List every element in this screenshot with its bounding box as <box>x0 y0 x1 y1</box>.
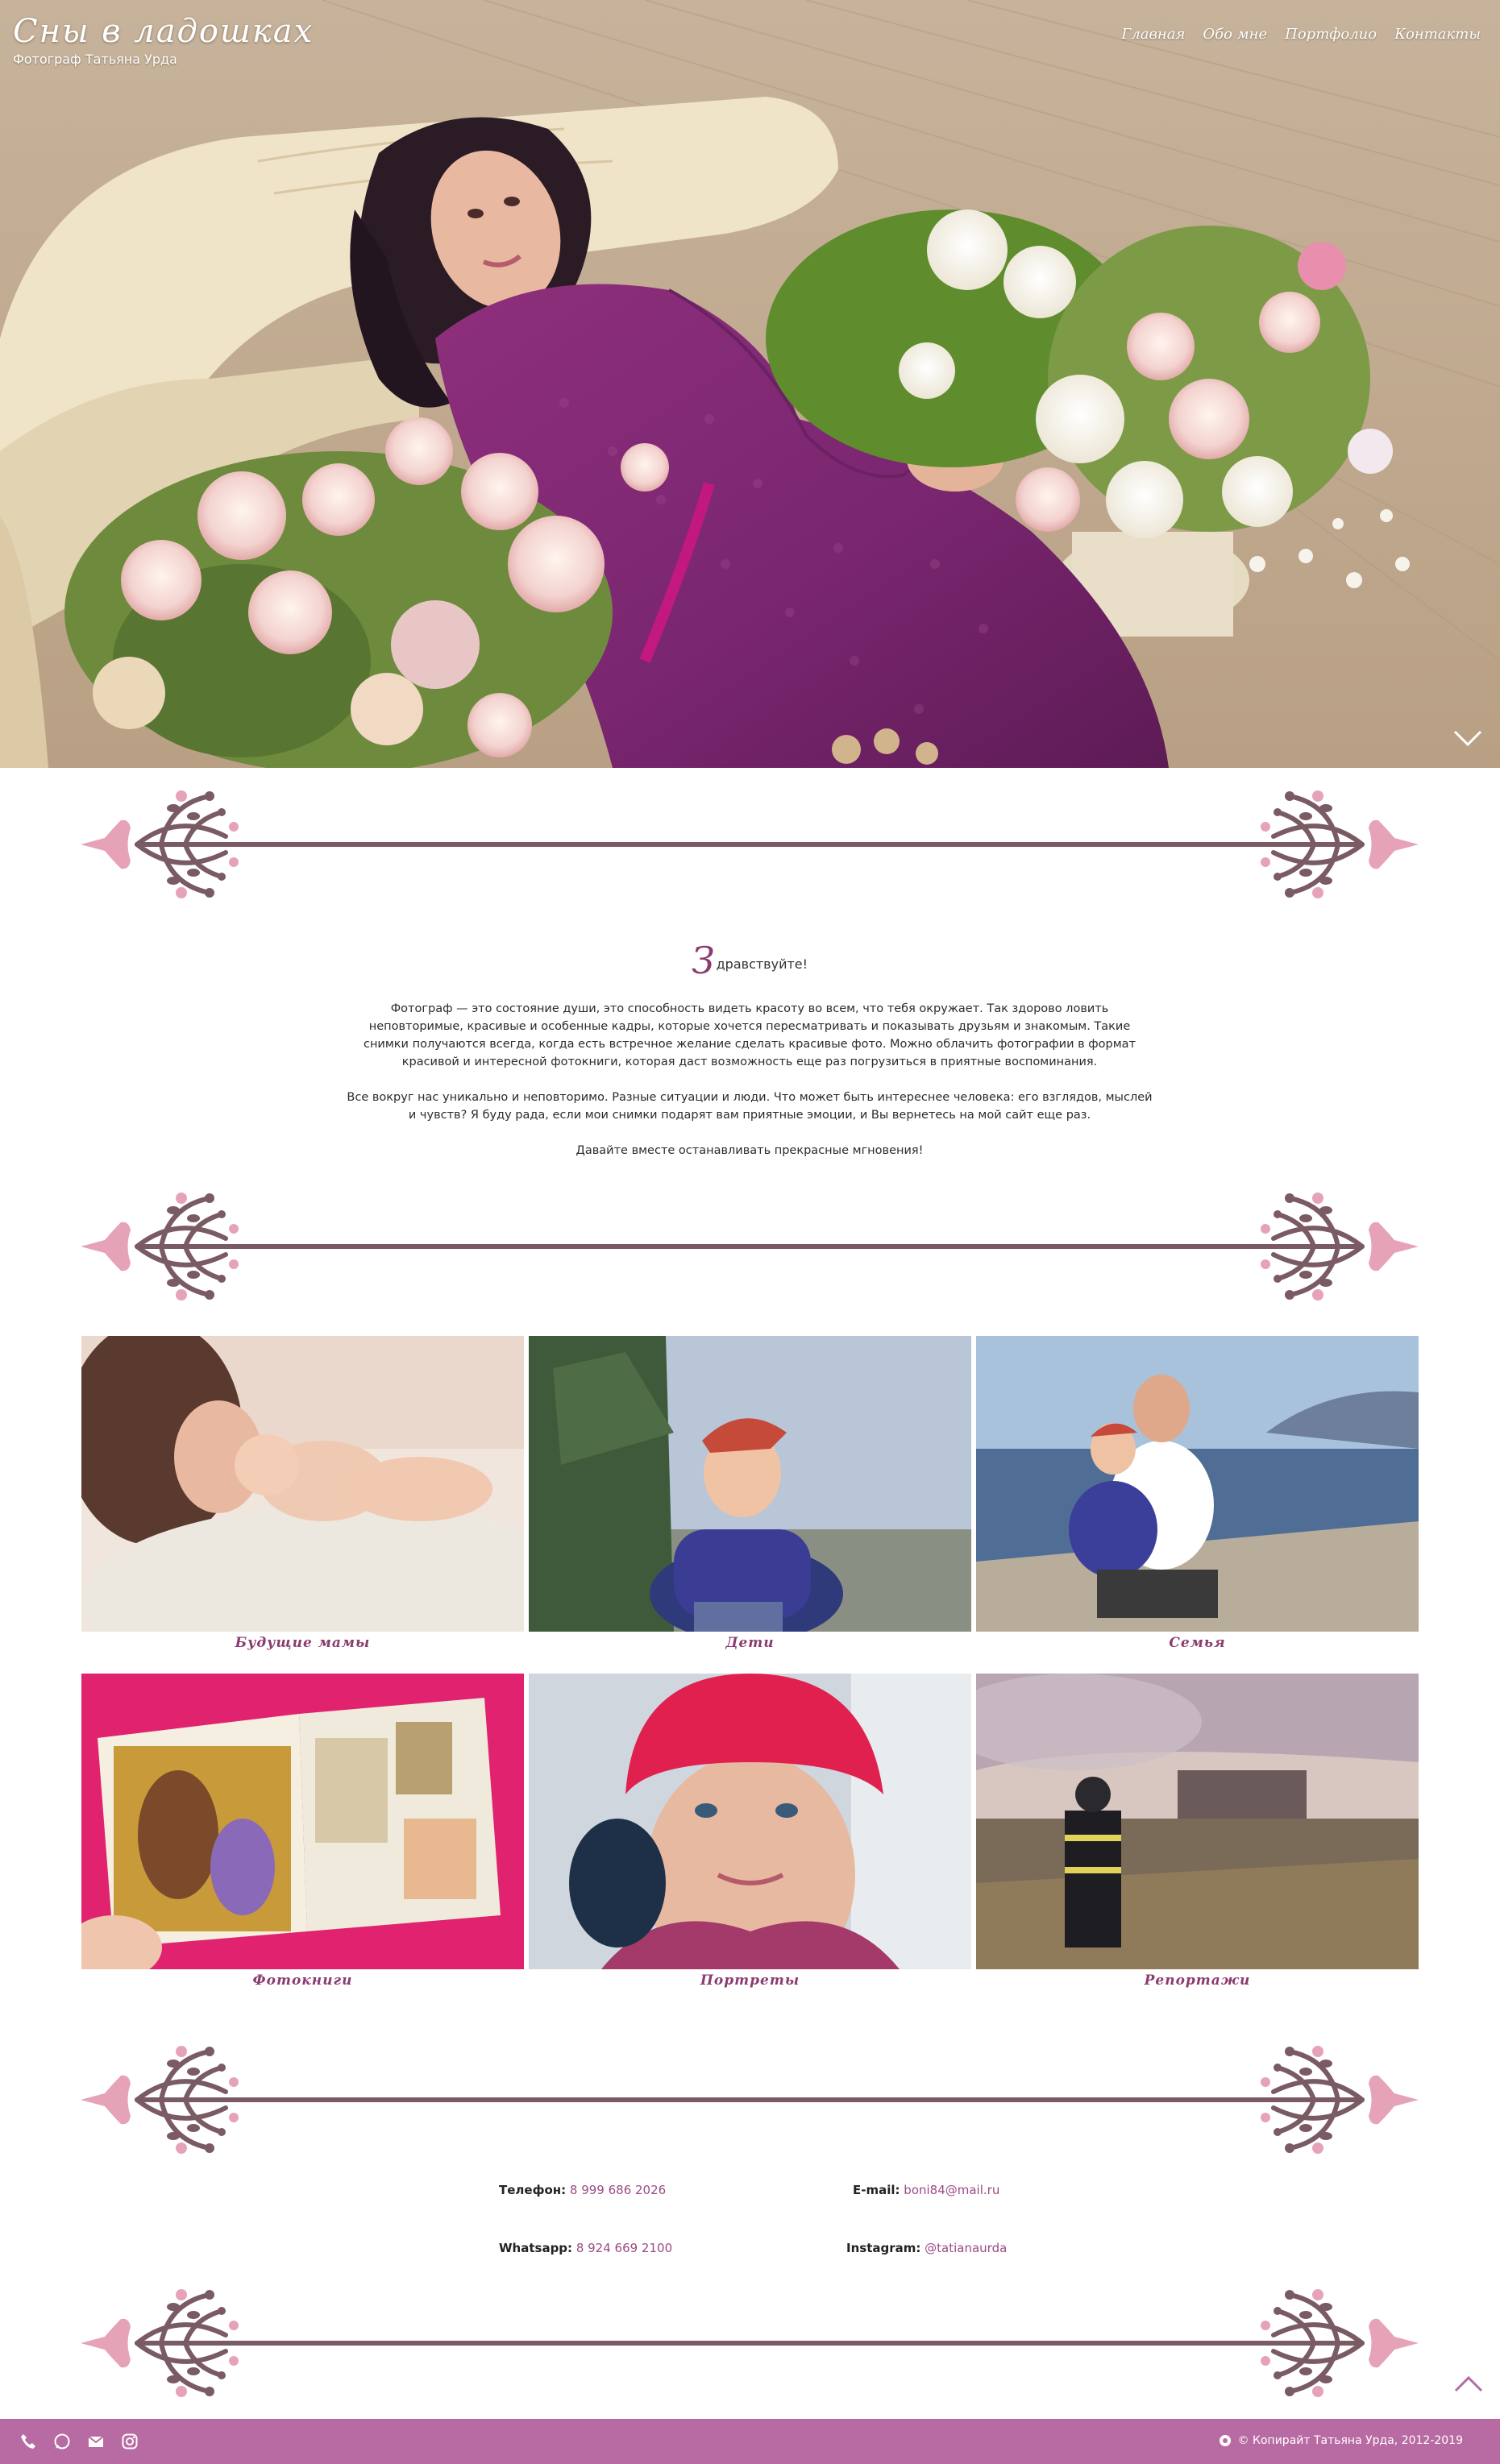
gallery-tile-photobooks[interactable] <box>81 1674 524 1969</box>
instagram-icon[interactable] <box>121 2433 139 2450</box>
copyright: © Копирайт Татьяна Урда, 2012-2019 <box>1219 2434 1463 2447</box>
ornament-divider <box>81 780 1419 909</box>
gallery-caption[interactable]: Портреты <box>529 1972 971 1989</box>
gallery-caption[interactable]: Дети <box>529 1635 971 1651</box>
contact-instagram-label: Instagram: <box>846 2241 921 2255</box>
contact-whatsapp-link[interactable]: 8 924 669 2100 <box>576 2241 672 2255</box>
gallery-tile-portraits[interactable] <box>529 1674 971 1969</box>
greeting-paragraph-1: Фотограф — это состояние души, это спосо… <box>363 1002 1136 1068</box>
contact-instagram-link[interactable]: @tatianaurda <box>925 2241 1007 2255</box>
gallery-photo <box>529 1674 971 1969</box>
nav-item-contacts[interactable]: Контакты <box>1394 26 1481 43</box>
gallery-photo <box>81 1336 524 1632</box>
site-title: Сны в ладошках <box>13 13 314 50</box>
nav-item-home[interactable]: Главная <box>1121 26 1185 43</box>
greeting-capital: З <box>691 939 715 982</box>
contact-whatsapp: Whatsapp: 8 924 669 2100 <box>499 2241 672 2255</box>
gallery-tile-future-moms[interactable] <box>81 1336 524 1632</box>
contact-whatsapp-label: Whatsapp: <box>499 2241 573 2255</box>
gallery-photo <box>976 1336 1419 1632</box>
ornament-divider <box>81 1182 1419 1311</box>
chevron-up-icon[interactable] <box>1452 2373 1485 2396</box>
greeting-section: Здравствуйте! Фотограф — это состояние д… <box>347 939 1153 1159</box>
nav-item-portfolio[interactable]: Портфолио <box>1285 26 1377 43</box>
ornament-divider <box>81 2035 1419 2164</box>
phone-icon[interactable] <box>19 2433 37 2450</box>
greeting-title: Здравствуйте! <box>347 939 1153 982</box>
hero-photo <box>0 0 1500 768</box>
copyright-text: © Копирайт Татьяна Урда, 2012-2019 <box>1237 2434 1463 2447</box>
mail-icon[interactable] <box>87 2433 105 2450</box>
chevron-down-icon[interactable] <box>1452 725 1484 749</box>
contact-phone-link[interactable]: 8 999 686 2026 <box>570 2183 666 2197</box>
greeting-paragraph-2: Все вокруг нас уникально и неповторимо. … <box>347 1091 1153 1122</box>
footer-social-icons <box>19 2433 139 2450</box>
greeting-title-rest: дравствуйте! <box>716 956 808 972</box>
site-subtitle: Фотограф Татьяна Урда <box>13 52 177 67</box>
contact-email-link[interactable]: boni84@mail.ru <box>904 2183 999 2197</box>
gallery-photo <box>81 1674 524 1969</box>
contact-instagram: Instagram: @tatianaurda <box>846 2241 1007 2255</box>
greeting-paragraph-3: Давайте вместе останавливать прекрасные … <box>575 1144 924 1157</box>
nav-item-about[interactable]: Обо мне <box>1203 26 1267 43</box>
gallery-photo <box>976 1674 1419 1969</box>
gallery-caption[interactable]: Будущие мамы <box>81 1635 524 1651</box>
hero-banner: Сны в ладошках Фотограф Татьяна Урда Гла… <box>0 0 1500 768</box>
logo-mark-icon <box>1219 2435 1231 2446</box>
gallery-tile-reportage[interactable] <box>976 1674 1419 1969</box>
whatsapp-icon[interactable] <box>53 2433 71 2450</box>
gallery-caption[interactable]: Фотокниги <box>81 1972 524 1989</box>
gallery-caption[interactable]: Репортажи <box>976 1972 1419 1989</box>
main-nav: Главная Обо мне Портфолио Контакты <box>1121 26 1481 43</box>
gallery-photo <box>529 1336 971 1632</box>
contact-email: E-mail: boni84@mail.ru <box>853 2183 999 2197</box>
gallery-tile-kids[interactable] <box>529 1336 971 1632</box>
contact-phone: Телефон: 8 999 686 2026 <box>499 2183 666 2197</box>
site-logo[interactable]: Сны в ладошках Фотограф Татьяна Урда <box>13 13 314 67</box>
contact-email-label: E-mail: <box>853 2183 900 2197</box>
contact-phone-label: Телефон: <box>499 2183 567 2197</box>
gallery-tile-family[interactable] <box>976 1336 1419 1632</box>
gallery-caption[interactable]: Семья <box>976 1635 1419 1651</box>
site-footer: © Копирайт Татьяна Урда, 2012-2019 <box>0 2419 1500 2464</box>
ornament-divider <box>81 2279 1419 2408</box>
